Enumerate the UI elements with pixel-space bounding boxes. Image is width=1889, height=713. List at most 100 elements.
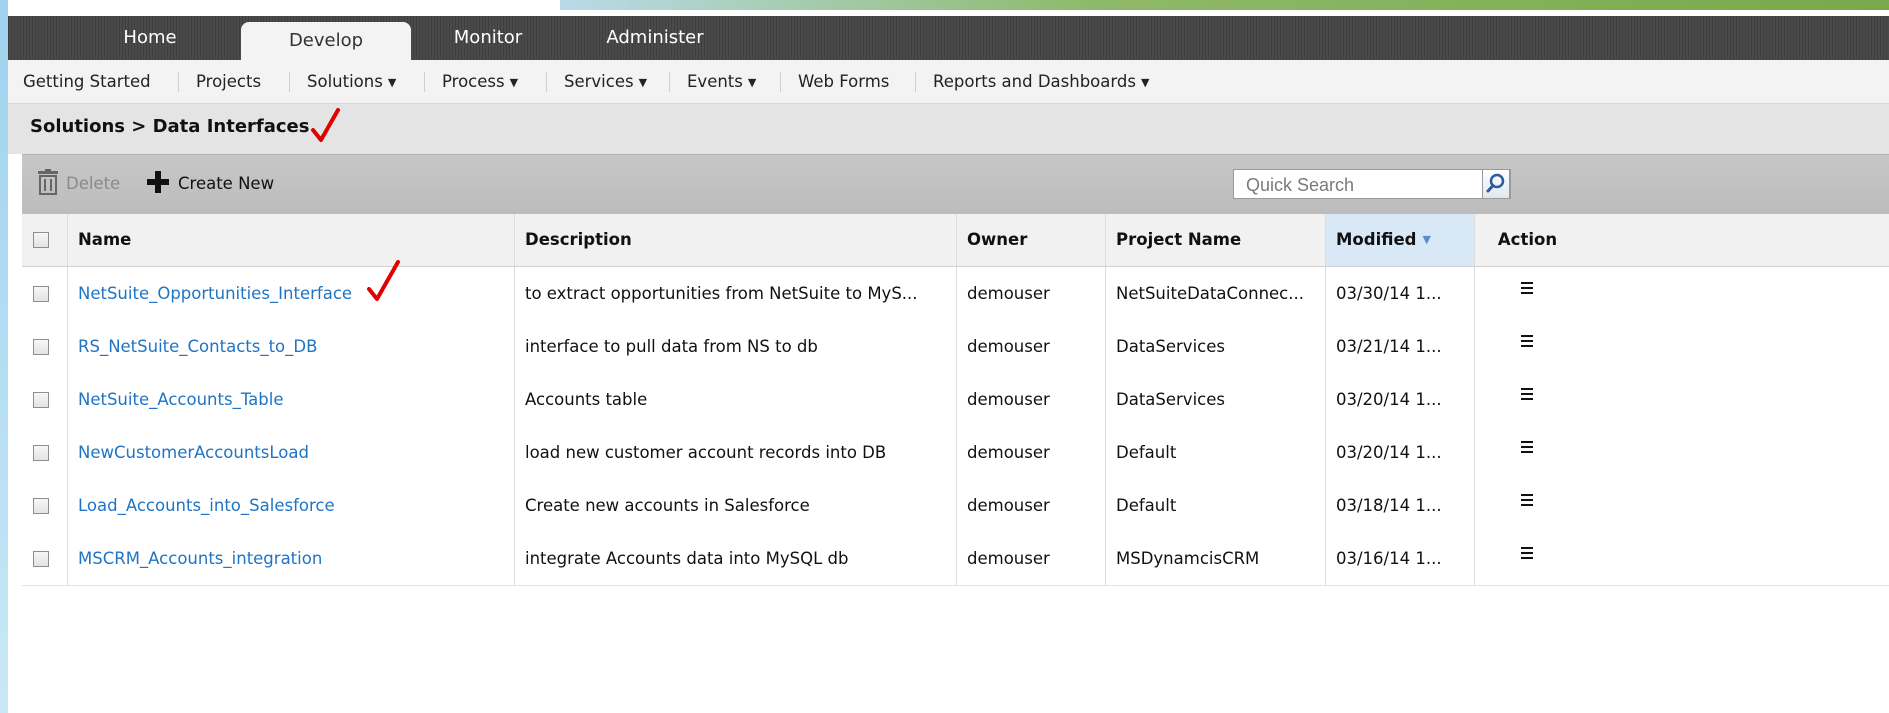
nav-divider	[546, 72, 547, 92]
row-name-link[interactable]: NetSuite_Opportunities_Interface	[78, 284, 352, 303]
search-icon	[1486, 173, 1505, 193]
row-name-link[interactable]: NetSuite_Accounts_Table	[78, 390, 284, 409]
row-select-cell	[22, 532, 68, 585]
row-action-cell	[1475, 426, 1580, 479]
search-input[interactable]	[1244, 171, 1468, 199]
nav-divider	[289, 72, 290, 92]
row-modified: 03/20/14 1...	[1336, 390, 1442, 409]
table-row[interactable]: NewCustomerAccountsLoad load new customer…	[22, 426, 1889, 480]
header-owner[interactable]: Owner	[957, 214, 1106, 266]
tab-develop[interactable]: Develop	[241, 22, 411, 60]
row-owner-cell: demouser	[957, 479, 1106, 532]
chevron-down-icon: ▼	[1140, 76, 1150, 89]
tab-home[interactable]: Home	[80, 16, 220, 60]
select-all-checkbox[interactable]	[33, 232, 49, 248]
header-description[interactable]: Description	[515, 214, 957, 266]
table-row[interactable]: NetSuite_Accounts_Table Accounts table dem…	[22, 373, 1889, 427]
row-owner-cell: demouser	[957, 532, 1106, 585]
row-description-cell: interface to pull data from NS to db	[515, 320, 957, 373]
row-owner: demouser	[967, 284, 1050, 303]
row-owner-cell: demouser	[957, 373, 1106, 426]
row-owner: demouser	[967, 443, 1050, 462]
row-modified: 03/18/14 1...	[1336, 496, 1442, 515]
row-name-link-cell: NetSuite_Accounts_Table	[68, 373, 515, 426]
row-project-name-cell: DataServices	[1106, 373, 1326, 426]
hamburger-menu-icon[interactable]	[1520, 493, 1534, 507]
quick-search	[1233, 169, 1511, 199]
row-modified: 03/20/14 1...	[1336, 443, 1442, 462]
nav-divider	[780, 72, 781, 92]
row-project-name: Default	[1116, 496, 1177, 515]
hamburger-menu-icon[interactable]	[1520, 546, 1534, 560]
table-row[interactable]: RS_NetSuite_Contacts_to_DB interface to p…	[22, 320, 1889, 374]
tab-administer[interactable]: Administer	[580, 16, 730, 60]
toolbar: Delete Create New	[22, 154, 1889, 216]
header-name[interactable]: Name	[68, 214, 515, 266]
delete-label: Delete	[66, 174, 121, 193]
row-name-link[interactable]: Load_Accounts_into_Salesforce	[78, 496, 335, 515]
table-row[interactable]: NetSuite_Opportunities_Interface to extra…	[22, 267, 1889, 321]
row-project-name-cell: NetSuiteDataConnec...	[1106, 267, 1326, 320]
table-row[interactable]: Load_Accounts_into_Salesforce Create new …	[22, 479, 1889, 533]
row-modified: 03/30/14 1...	[1336, 284, 1442, 303]
row-checkbox[interactable]	[33, 445, 49, 461]
delete-button[interactable]: Delete	[36, 169, 120, 199]
nav-solutions[interactable]: Solutions ▼	[307, 60, 396, 103]
row-select-cell	[22, 426, 68, 479]
breadcrumb-bar: Solutions > Data Interfaces	[8, 104, 1889, 154]
row-name-link[interactable]: MSCRM_Accounts_integration	[78, 549, 322, 568]
row-name-link[interactable]: NewCustomerAccountsLoad	[78, 443, 309, 462]
hamburger-menu-icon[interactable]	[1520, 440, 1534, 454]
row-checkbox[interactable]	[33, 551, 49, 567]
row-checkbox[interactable]	[33, 339, 49, 355]
table-header: Name Description Owner Project Name Modi…	[22, 214, 1889, 267]
row-action-cell	[1475, 320, 1580, 373]
header-project-name[interactable]: Project Name	[1106, 214, 1326, 266]
create-new-button[interactable]: Create New	[146, 169, 274, 199]
nav-divider	[669, 72, 670, 92]
row-description: interface to pull data from NS to db	[525, 337, 818, 356]
row-action-cell	[1475, 373, 1580, 426]
hamburger-menu-icon[interactable]	[1520, 334, 1534, 348]
breadcrumb: Solutions > Data Interfaces	[30, 116, 310, 137]
row-modified-cell: 03/18/14 1...	[1326, 479, 1475, 532]
row-project-name: Default	[1116, 443, 1177, 462]
row-checkbox[interactable]	[33, 286, 49, 302]
nav-process[interactable]: Process ▼	[442, 60, 518, 103]
hamburger-menu-icon[interactable]	[1520, 281, 1534, 295]
row-name-link-cell: NetSuite_Opportunities_Interface	[68, 267, 515, 320]
sub-nav: Getting Started Projects Solutions ▼ Proc…	[8, 60, 1889, 104]
nav-services[interactable]: Services ▼	[564, 60, 647, 103]
row-modified-cell: 03/20/14 1...	[1326, 373, 1475, 426]
row-owner: demouser	[967, 337, 1050, 356]
row-description: Create new accounts in Salesforce	[525, 496, 810, 515]
row-project-name-cell: Default	[1106, 479, 1326, 532]
row-checkbox[interactable]	[33, 498, 49, 514]
row-description-cell: Accounts table	[515, 373, 957, 426]
table-row[interactable]: MSCRM_Accounts_integration integrate Acco…	[22, 532, 1889, 586]
nav-reports-label: Reports and Dashboards	[933, 72, 1136, 91]
row-description-cell: to extract opportunities from NetSuite t…	[515, 267, 957, 320]
nav-solutions-label: Solutions	[307, 72, 383, 91]
row-description-cell: integrate Accounts data into MySQL db	[515, 532, 957, 585]
nav-services-label: Services	[564, 72, 634, 91]
nav-events[interactable]: Events ▼	[687, 60, 756, 103]
hamburger-menu-icon[interactable]	[1520, 387, 1534, 401]
row-checkbox[interactable]	[33, 392, 49, 408]
header-modified[interactable]: Modified ▼	[1326, 214, 1475, 266]
row-description: load new customer account records into D…	[525, 443, 887, 462]
row-name-link[interactable]: RS_NetSuite_Contacts_to_DB	[78, 337, 317, 356]
tab-monitor[interactable]: Monitor	[428, 16, 548, 60]
search-button[interactable]	[1482, 169, 1510, 199]
trash-icon	[38, 169, 58, 195]
row-action-cell	[1475, 479, 1580, 532]
background-accent	[560, 0, 1889, 10]
row-action-cell	[1475, 267, 1580, 320]
row-project-name-cell: DataServices	[1106, 320, 1326, 373]
nav-projects[interactable]: Projects	[196, 60, 261, 103]
nav-getting-started[interactable]: Getting Started	[23, 60, 151, 103]
nav-web-forms[interactable]: Web Forms	[798, 60, 889, 103]
row-description-cell: Create new accounts in Salesforce	[515, 479, 957, 532]
nav-reports[interactable]: Reports and Dashboards ▼	[933, 60, 1149, 103]
chevron-down-icon: ▼	[747, 76, 757, 89]
